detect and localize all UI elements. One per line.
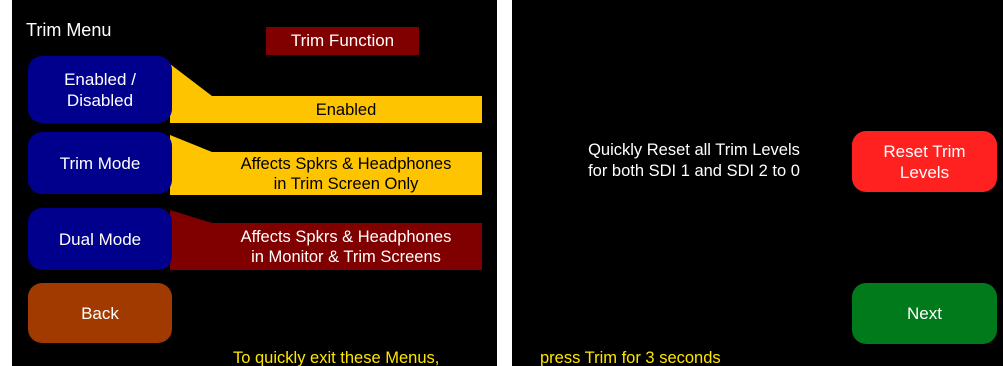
reset-info-text: Quickly Reset all Trim Levels for both S… bbox=[588, 141, 800, 180]
reset-trim-levels-label: Reset Trim Levels bbox=[883, 141, 966, 182]
connector-dual-mode bbox=[170, 210, 212, 270]
trim-mode-value: Affects Spkrs & Headphones in Trim Scree… bbox=[210, 152, 482, 195]
enabled-disabled-button[interactable]: Enabled / Disabled bbox=[28, 56, 172, 123]
exit-hint-part2: press Trim for 3 seconds bbox=[540, 349, 721, 366]
enabled-value: Enabled bbox=[210, 96, 482, 123]
exit-hint-part1: To quickly exit these Menus, bbox=[233, 349, 440, 366]
next-button[interactable]: Next bbox=[852, 283, 997, 344]
back-button[interactable]: Back bbox=[28, 283, 172, 343]
reset-trim-levels-button[interactable]: Reset Trim Levels bbox=[852, 131, 997, 192]
dual-mode-value: Affects Spkrs & Headphones in Monitor & … bbox=[210, 223, 482, 270]
enabled-disabled-label: Enabled / Disabled bbox=[64, 69, 136, 110]
connector-enabled bbox=[170, 64, 212, 123]
trim-menu-screen: Trim Menu Trim Function Enabled / Disabl… bbox=[12, 0, 497, 366]
reset-trim-screen: Quickly Reset all Trim Levels for both S… bbox=[512, 0, 1003, 366]
trim-mode-button[interactable]: Trim Mode bbox=[28, 132, 172, 194]
dual-mode-button[interactable]: Dual Mode bbox=[28, 208, 172, 270]
connector-trim-mode bbox=[170, 135, 212, 195]
